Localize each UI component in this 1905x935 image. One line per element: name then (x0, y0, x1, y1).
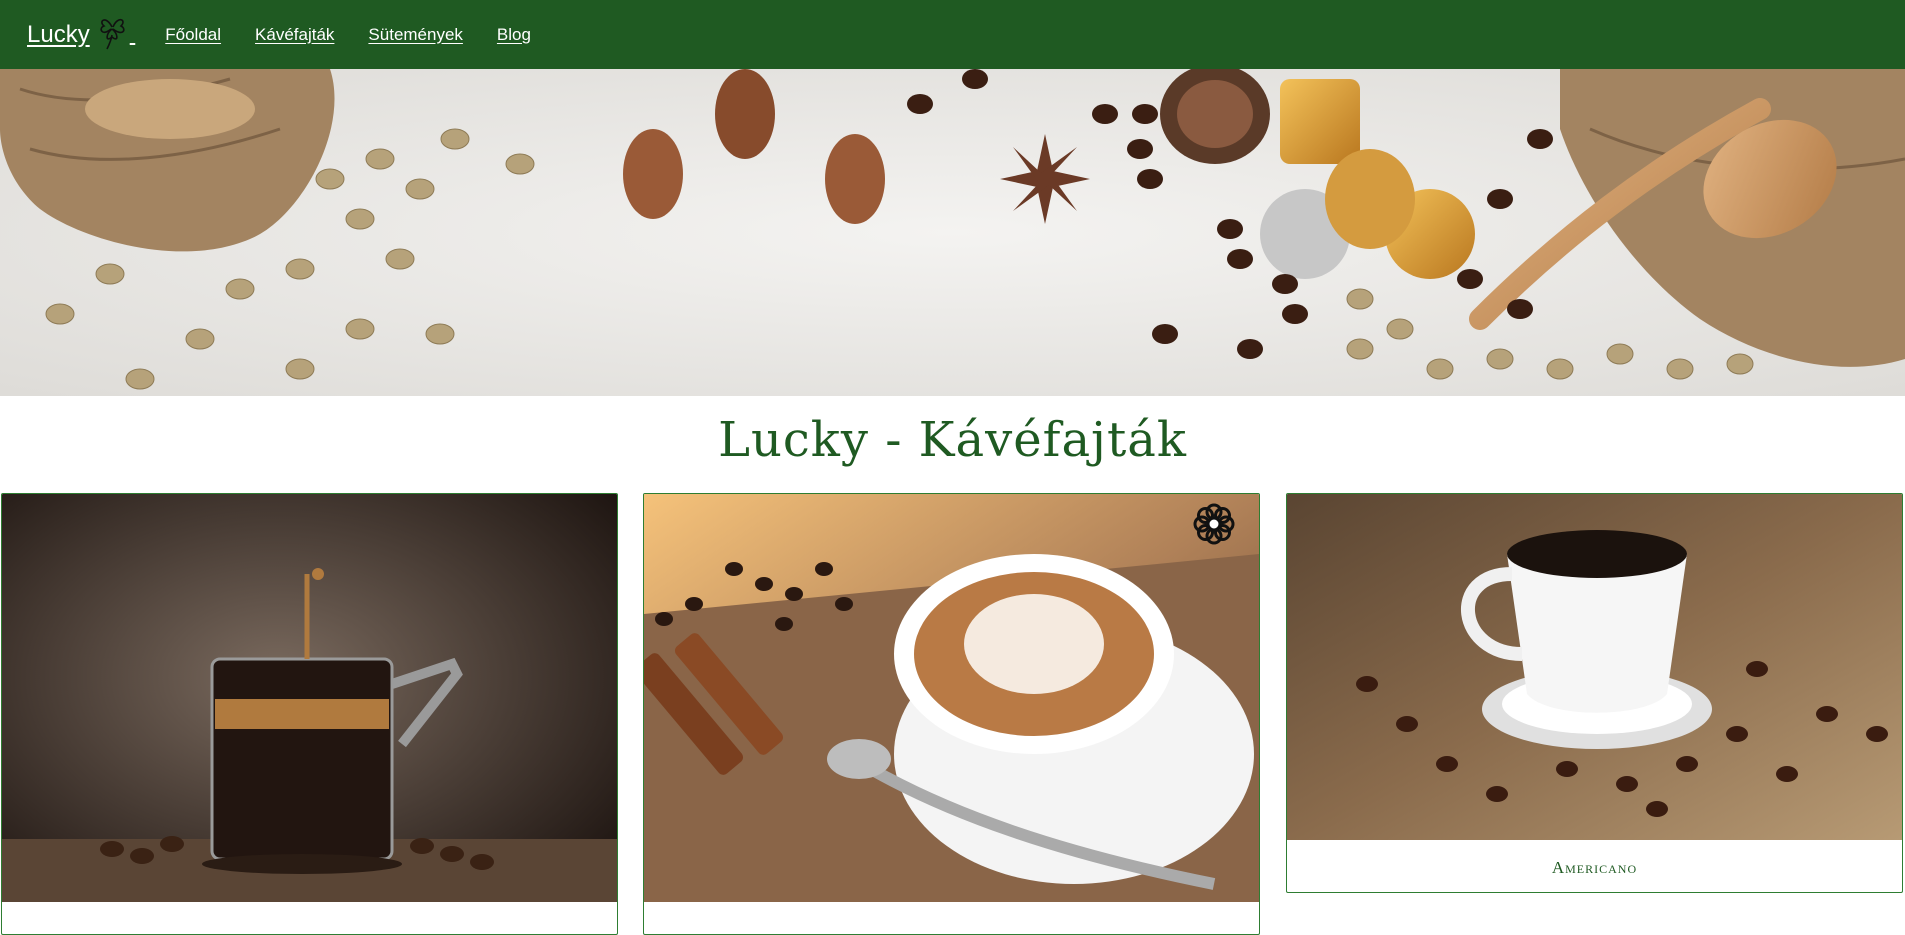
nav-link-home[interactable]: Főoldal (165, 25, 221, 45)
card-caption (2, 902, 617, 920)
nav-link-coffee-types[interactable]: Kávéfajták (255, 25, 334, 45)
brand-name: Lucky (27, 20, 90, 48)
card-caption: Americano (1551, 858, 1638, 877)
coffee-card-2[interactable] (643, 493, 1260, 935)
brand-underline (130, 23, 136, 46)
navbar: Lucky Főoldal Kávéfajták Sütemények Blog (0, 0, 1905, 69)
main-nav: Főoldal Kávéfajták Sütemények Blog (165, 25, 565, 45)
brand-link[interactable]: Lucky (27, 11, 135, 58)
clover-icon (90, 11, 128, 58)
hero-banner (0, 69, 1905, 396)
coffee-card-3[interactable]: Americano (1286, 493, 1903, 893)
card-caption (644, 902, 1259, 920)
nav-link-pastries[interactable]: Sütemények (368, 25, 463, 45)
nav-link-blog[interactable]: Blog (497, 25, 531, 45)
coffee-card-1[interactable] (1, 493, 618, 935)
hero-coffee-beans-image (0, 69, 1905, 396)
card-photo-americano (1287, 494, 1902, 840)
card-photo-cappuccino (644, 494, 1259, 902)
page-title: Lucky - Kávéfajták (718, 412, 1187, 468)
card-photo-espresso (2, 494, 617, 902)
